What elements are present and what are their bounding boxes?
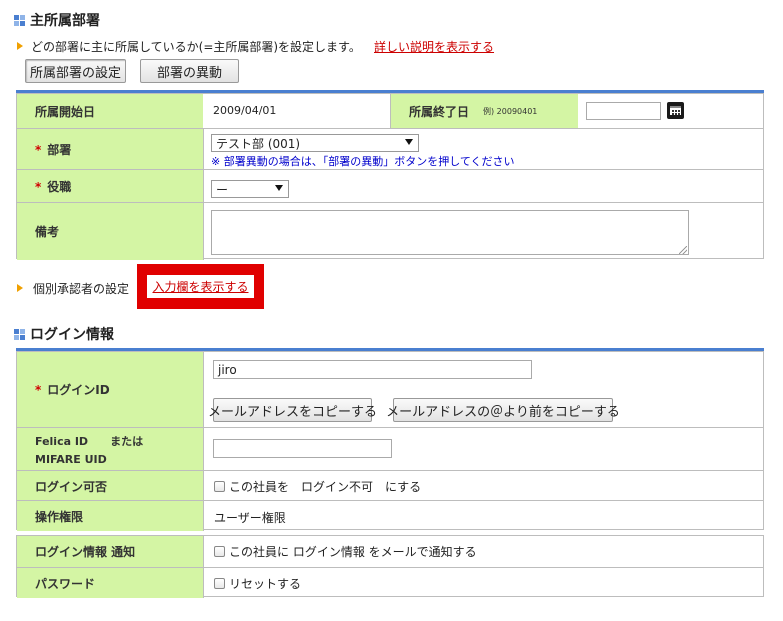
start-date-value: 2009/04/01: [213, 104, 277, 117]
section-grid-icon: [14, 14, 25, 26]
remarks-row: 備考: [17, 202, 763, 260]
notify-checkbox[interactable]: [214, 546, 225, 557]
dept-row: * 部署 テスト部 (001) ※ 部署異動の場合は、「部署の異動」ボタンを押して…: [17, 128, 763, 170]
permission-row: 操作権限 ユーザー権限: [17, 500, 763, 531]
tab-dept-transfer-button[interactable]: 部署の異動: [140, 59, 239, 83]
dept-note: ※ 部署異動の場合は、「部署の異動」ボタンを押してください: [211, 155, 515, 168]
section-title-text: 主所属部署: [30, 13, 100, 29]
resize-handle-icon[interactable]: [679, 246, 687, 254]
end-date-label: 所属終了日 例) 20090401: [390, 94, 578, 128]
notify-text: この社員に ログイン情報 をメールで通知する: [229, 545, 477, 559]
dept-select[interactable]: テスト部 (001): [211, 134, 419, 152]
chevron-down-icon: [275, 185, 283, 191]
position-label: * 役職: [17, 170, 203, 203]
tab-dept-settings-button[interactable]: 所属部署の設定: [25, 59, 126, 83]
password-row: パスワード リセットする: [17, 567, 763, 598]
date-row: 所属開始日 2009/04/01 所属終了日 例) 20090401: [17, 94, 763, 128]
position-select[interactable]: ー: [211, 180, 289, 198]
start-date-label: 所属開始日: [17, 94, 203, 128]
section-title-text: ログイン情報: [30, 327, 114, 343]
end-date-input[interactable]: [586, 102, 661, 120]
highlight-box: 入力欄を表示する: [137, 264, 264, 309]
section-title-main-dept: 主所属部署: [14, 10, 100, 30]
end-date-example: 例) 20090401: [483, 106, 538, 116]
remarks-textarea[interactable]: [211, 210, 689, 255]
felica-input[interactable]: [213, 439, 392, 458]
chevron-down-icon: [405, 139, 413, 145]
login-id-label: * ログインID: [17, 352, 203, 427]
login-id-input[interactable]: jiro: [213, 360, 532, 379]
bullet-arrow-icon: [17, 42, 23, 50]
show-detail-link[interactable]: 詳しい説明を表示する: [374, 38, 494, 55]
dept-label: * 部署: [17, 129, 203, 170]
bullet-arrow-icon: [17, 284, 23, 292]
notify-row: ログイン情報 通知 この社員に ログイン情報 をメールで通知する: [17, 536, 763, 567]
login-panel: * ログインID jiro メールアドレスをコピーする メールアドレスの＠より前を…: [16, 351, 764, 531]
section-grid-icon: [14, 328, 25, 340]
copy-email-button[interactable]: メールアドレスをコピーする: [208, 398, 377, 422]
login-id-row: * ログインID jiro メールアドレスをコピーする メールアドレスの＠より前を…: [17, 352, 763, 427]
dept-settings-panel: 所属開始日 2009/04/01 所属終了日 例) 20090401 * 部署 テ…: [16, 93, 764, 260]
remarks-label: 備考: [17, 203, 203, 260]
approver-label: 個別承認者の設定: [33, 282, 130, 296]
login-disable-text: この社員を ログイン不可 にする: [229, 480, 422, 494]
felica-row: Felica ID または MIFARE UID: [17, 427, 763, 471]
position-row: * 役職 ー: [17, 169, 763, 203]
permission-value: ユーザー権限: [214, 511, 286, 525]
copy-before-at-button[interactable]: メールアドレスの＠より前をコピーする: [386, 398, 620, 422]
password-reset-text: リセットする: [229, 577, 302, 591]
calendar-icon[interactable]: [667, 102, 684, 119]
section-title-login: ログイン情報: [14, 324, 114, 344]
show-input-link[interactable]: 入力欄を表示する: [152, 278, 248, 295]
login-allow-label: ログイン可否: [17, 471, 203, 501]
notify-label: ログイン情報 通知: [17, 536, 203, 567]
login-allow-row: ログイン可否 この社員を ログイン不可 にする: [17, 470, 763, 501]
login-disable-checkbox[interactable]: [214, 481, 225, 492]
felica-label: Felica ID または MIFARE UID: [17, 428, 203, 471]
permission-label: 操作権限: [17, 501, 203, 531]
section-description: どの部署に主に所属しているか(=主所属部署)を設定します。: [31, 40, 361, 54]
notify-panel: ログイン情報 通知 この社員に ログイン情報 をメールで通知する パスワード リ…: [16, 535, 764, 598]
password-label: パスワード: [17, 568, 203, 598]
password-reset-checkbox[interactable]: [214, 578, 225, 589]
